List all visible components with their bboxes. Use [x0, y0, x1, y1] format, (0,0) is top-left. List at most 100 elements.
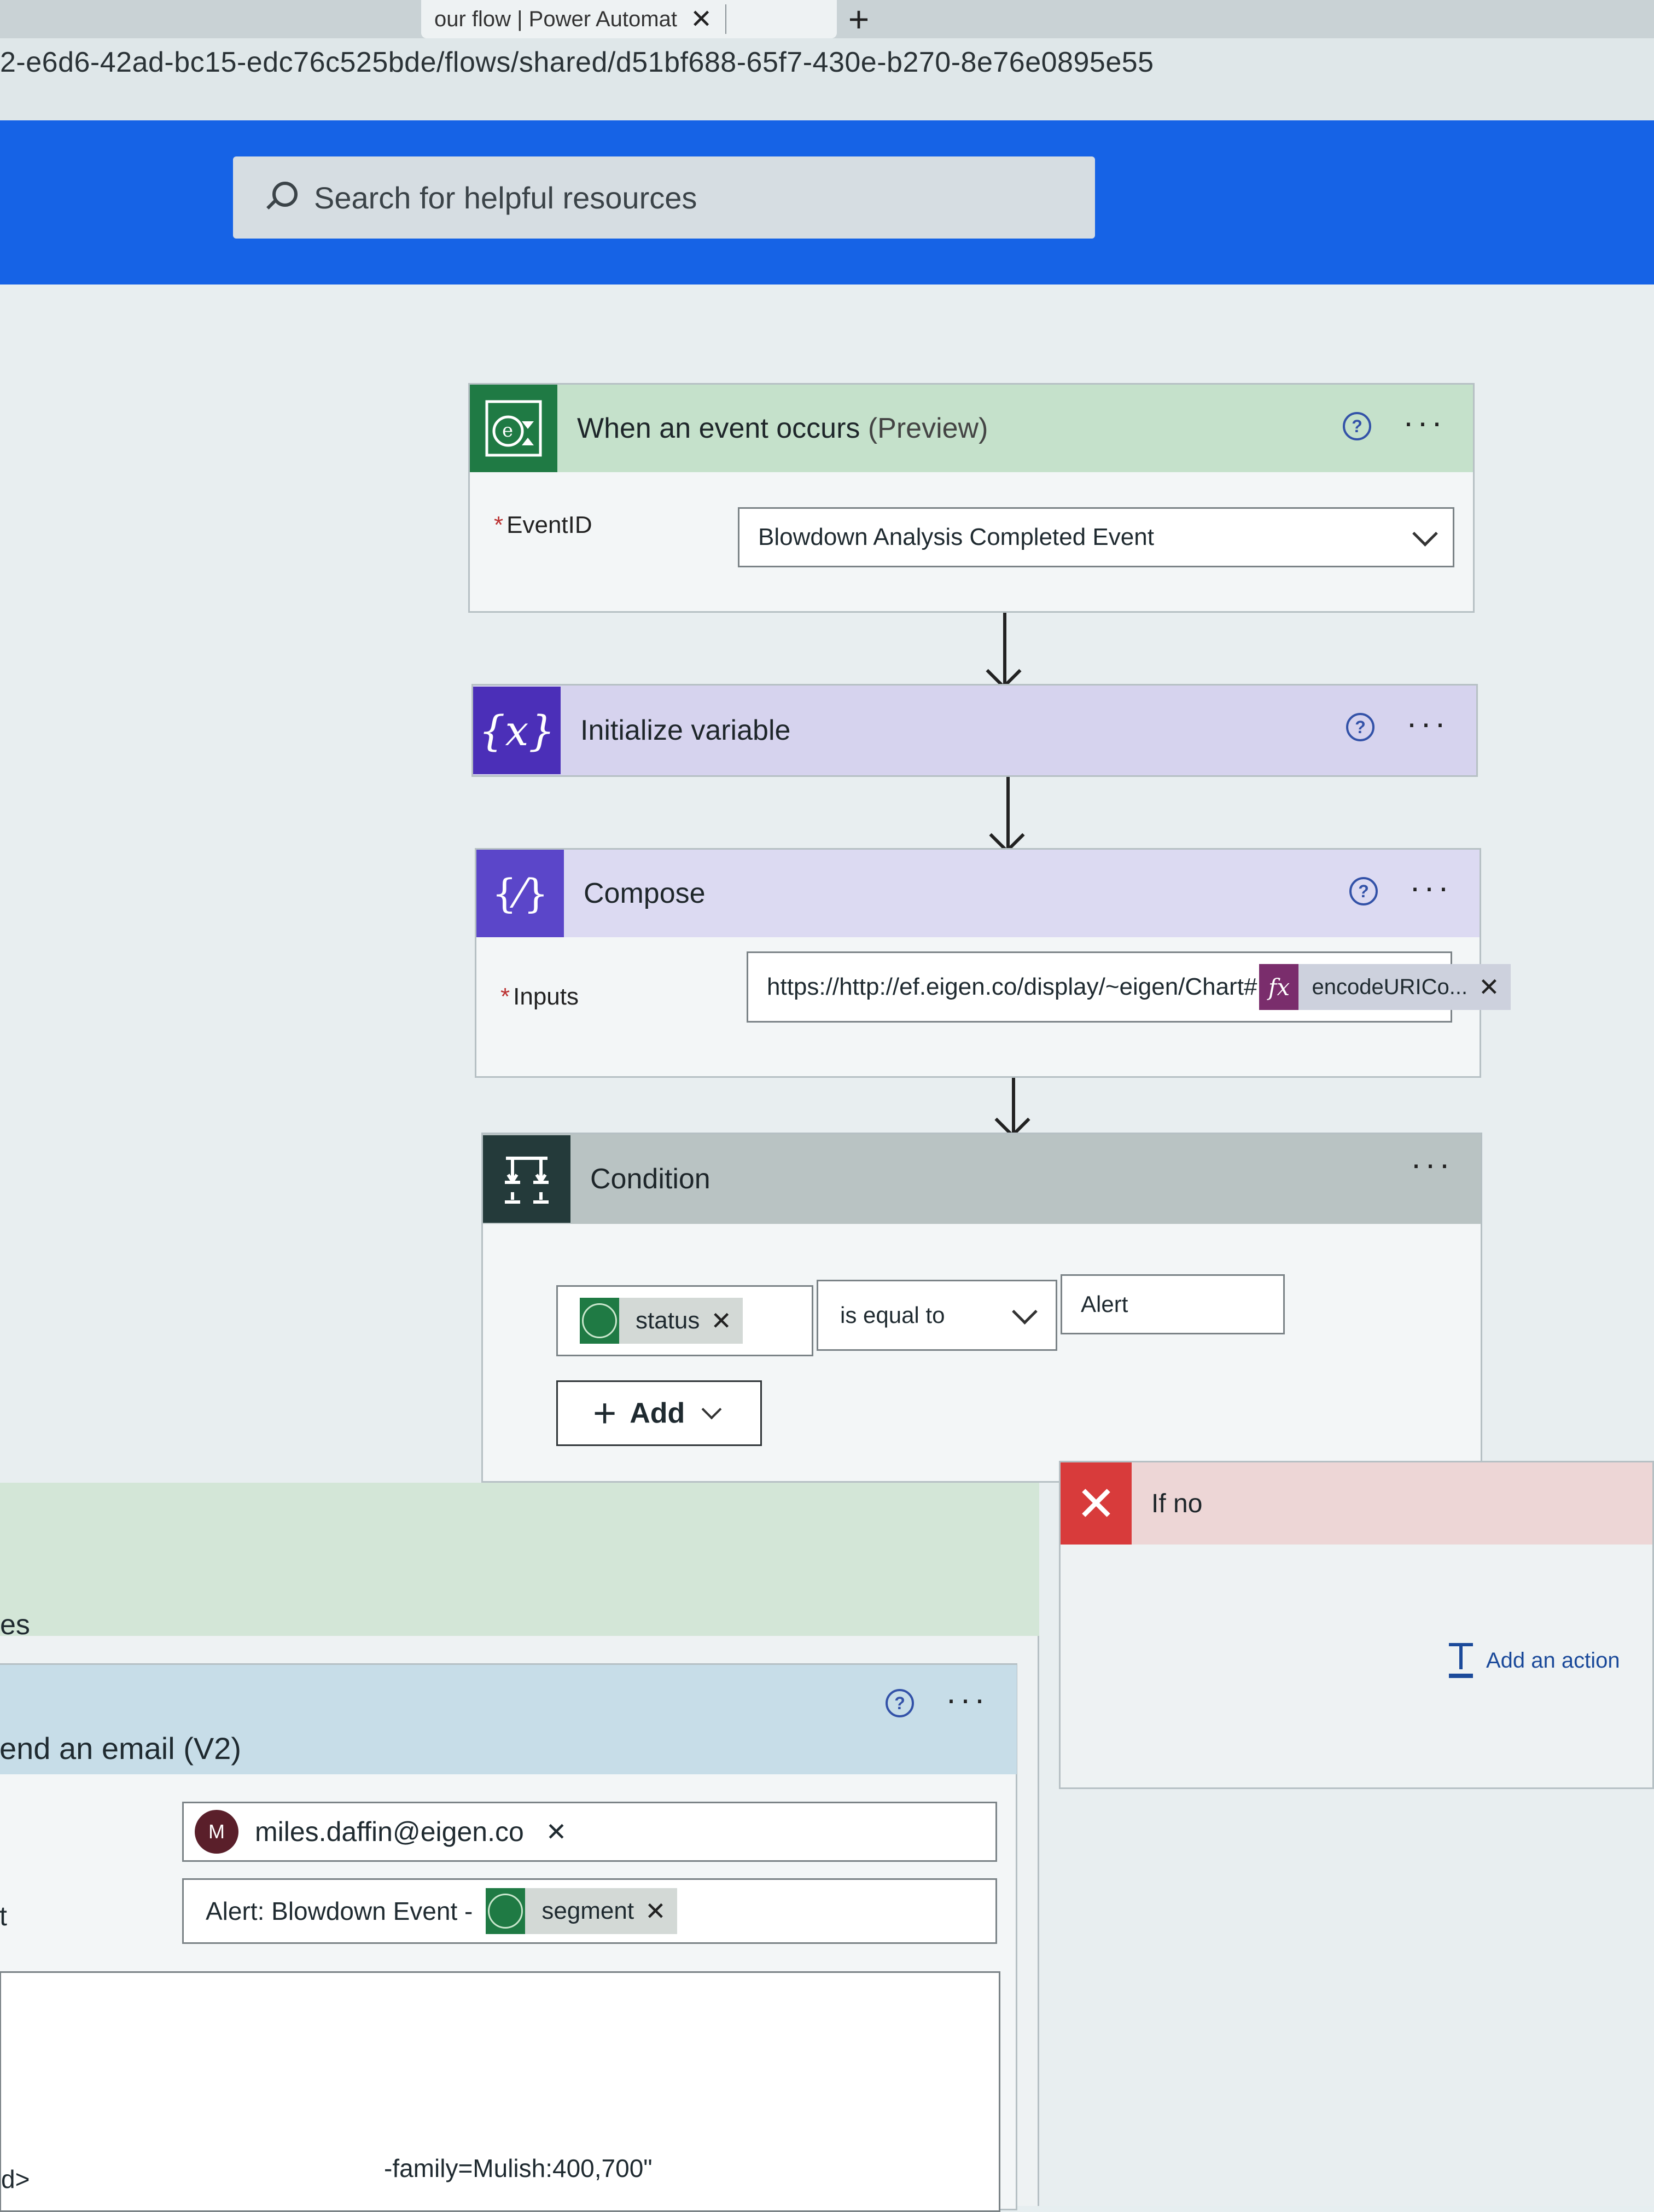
more-options-icon[interactable]: ··· [1411, 1148, 1453, 1181]
close-tab-icon[interactable]: ✕ [690, 4, 712, 34]
svg-text:e: e [502, 420, 513, 442]
remove-token-icon[interactable]: ✕ [1478, 972, 1500, 1002]
trigger-actions: ? ··· [1343, 406, 1446, 440]
new-tab-button[interactable]: + [837, 0, 881, 38]
if-no-title: If no [1151, 1489, 1203, 1518]
eventid-dropdown[interactable]: Blowdown Analysis Completed Event [738, 507, 1454, 567]
condition-icon [483, 1135, 570, 1223]
if-yes-title: es [0, 1609, 30, 1641]
more-options-icon[interactable]: ··· [1410, 871, 1452, 904]
compose-input-text[interactable]: https://http://ef.eigen.co/display/~eige… [767, 973, 1257, 1001]
body-label-fragment: t [0, 1901, 7, 1931]
condition-value-field[interactable]: Alert [1061, 1274, 1285, 1334]
trigger-card-header[interactable]: e When an event occurs (Preview) ? ··· [470, 385, 1473, 472]
operator-dropdown[interactable]: is equal to [817, 1280, 1057, 1351]
eigen-event-icon: e [470, 385, 557, 472]
browser-tab-title: our flow | Power Automat [434, 7, 677, 31]
recipient-email: miles.daffin@eigen.co [255, 1816, 524, 1847]
condition-actions: ··· [1411, 1148, 1453, 1181]
remove-token-icon[interactable]: ✕ [710, 1306, 732, 1336]
condition-value[interactable]: Alert [1081, 1291, 1128, 1317]
search-box[interactable] [233, 156, 1095, 239]
variable-icon: {x} [473, 687, 561, 774]
compose-inputs-field[interactable]: https://http://ef.eigen.co/display/~eige… [747, 951, 1511, 1023]
help-icon[interactable]: ? [1346, 713, 1375, 741]
email-body-editor[interactable]: d> -family=Mulish:400,700" [0, 1971, 1000, 2212]
avatar: M [195, 1810, 238, 1854]
eventid-value: Blowdown Analysis Completed Event [758, 524, 1154, 550]
add-button-label: Add [630, 1397, 685, 1429]
url-text[interactable]: 2-e6d6-42ad-bc15-edc76c525bde/flows/shar… [0, 46, 1154, 79]
eigen-event-icon [580, 1298, 619, 1344]
eventid-label: * EventID [494, 512, 592, 538]
more-options-icon[interactable]: ··· [1406, 707, 1449, 740]
browser-tab-strip: our flow | Power Automat ✕ + [0, 0, 1654, 38]
subject-text[interactable]: Alert: Blowdown Event - [206, 1896, 473, 1926]
add-an-action-label: Add an action [1486, 1648, 1620, 1673]
expression-token-label: encodeURICo... [1312, 974, 1468, 999]
app-header [0, 120, 1654, 285]
body-code-text: -family=Mulish:400,700" [384, 2154, 653, 2182]
if-no-header[interactable]: ✕ If no [1061, 1462, 1652, 1545]
more-options-icon[interactable]: ··· [946, 1683, 988, 1716]
tab-divider [725, 4, 727, 34]
connector-arrow [1012, 1078, 1015, 1133]
eigen-event-icon [486, 1888, 526, 1934]
plus-icon: + [593, 1390, 617, 1436]
inputs-label: * Inputs [500, 983, 579, 1010]
compose-icon: {⁄} [476, 850, 564, 937]
chevron-down-icon [1012, 1298, 1038, 1325]
initialize-variable-title: Initialize variable [580, 715, 791, 746]
condition-title: Condition [590, 1163, 710, 1195]
body-code-fragment: d> [1, 2165, 30, 2193]
dynamic-content-token[interactable]: segment ✕ [486, 1888, 677, 1934]
subject-field[interactable]: Alert: Blowdown Event - segment ✕ [182, 1878, 997, 1944]
inputs-label-text: Inputs [513, 983, 579, 1010]
search-input[interactable] [313, 179, 1026, 216]
condition-card[interactable]: Condition ··· status ✕ is equal to Alert… [481, 1133, 1482, 1483]
condition-header[interactable]: Condition ··· [483, 1134, 1481, 1224]
add-action-icon [1449, 1643, 1473, 1678]
remove-recipient-icon[interactable]: ✕ [546, 1817, 567, 1847]
initialize-variable-card[interactable]: {x} Initialize variable ? ··· [471, 684, 1478, 777]
connector-arrow [1003, 613, 1006, 684]
initialize-variable-header[interactable]: {x} Initialize variable ? ··· [473, 686, 1476, 775]
send-email-actions: ? ··· [886, 1683, 988, 1717]
to-field[interactable]: M miles.daffin@eigen.co ✕ [182, 1802, 997, 1862]
if-yes-branch: es end an email (V2) ? ··· M miles.daffi… [0, 1483, 1039, 2212]
function-icon: fx [1259, 964, 1299, 1010]
address-bar[interactable]: 2-e6d6-42ad-bc15-edc76c525bde/flows/shar… [0, 38, 1654, 120]
initialize-variable-actions: ? ··· [1346, 707, 1449, 741]
help-icon[interactable]: ? [886, 1689, 914, 1717]
expression-token[interactable]: fx encodeURICo... ✕ [1259, 964, 1511, 1010]
browser-tab[interactable]: our flow | Power Automat ✕ [421, 0, 837, 38]
compose-title: Compose [584, 878, 706, 909]
compose-card[interactable]: {⁄} Compose ? ··· * Inputs https://http:/… [475, 848, 1511, 1078]
trigger-title-text: When an event occurs [577, 413, 860, 444]
trigger-card[interactable]: e When an event occurs (Preview) ? ··· *… [468, 383, 1475, 613]
token-label: status [636, 1307, 700, 1334]
chevron-down-icon [1412, 520, 1438, 547]
trigger-title-suffix: (Preview) [867, 413, 988, 444]
connector-arrow [1006, 777, 1010, 848]
help-icon[interactable]: ? [1343, 412, 1372, 440]
send-email-card[interactable]: end an email (V2) ? ··· M miles.daffin@e… [0, 1663, 1017, 2212]
chevron-down-icon [701, 1399, 722, 1420]
close-icon: ✕ [1061, 1462, 1132, 1545]
trigger-title: When an event occurs (Preview) [577, 412, 988, 445]
if-yes-header[interactable]: es [0, 1483, 1039, 1641]
add-an-action-button[interactable]: Add an action [1449, 1643, 1620, 1678]
compose-header[interactable]: {⁄} Compose ? ··· [476, 850, 1480, 937]
send-email-title: end an email (V2) [0, 1731, 242, 1766]
token-label: segment [541, 1897, 634, 1924]
send-email-header[interactable]: end an email (V2) ? ··· [0, 1665, 1017, 1774]
remove-token-icon[interactable]: ✕ [645, 1896, 666, 1926]
search-icon [263, 182, 298, 213]
help-icon[interactable]: ? [1349, 877, 1378, 905]
more-options-icon[interactable]: ··· [1403, 406, 1446, 439]
if-no-branch[interactable]: ✕ If no Add an action [1059, 1461, 1654, 1789]
condition-operand-field[interactable]: status ✕ [556, 1285, 813, 1356]
dynamic-content-token[interactable]: status ✕ [580, 1298, 743, 1344]
add-condition-button[interactable]: + Add [556, 1380, 762, 1446]
eventid-label-text: EventID [506, 512, 592, 538]
